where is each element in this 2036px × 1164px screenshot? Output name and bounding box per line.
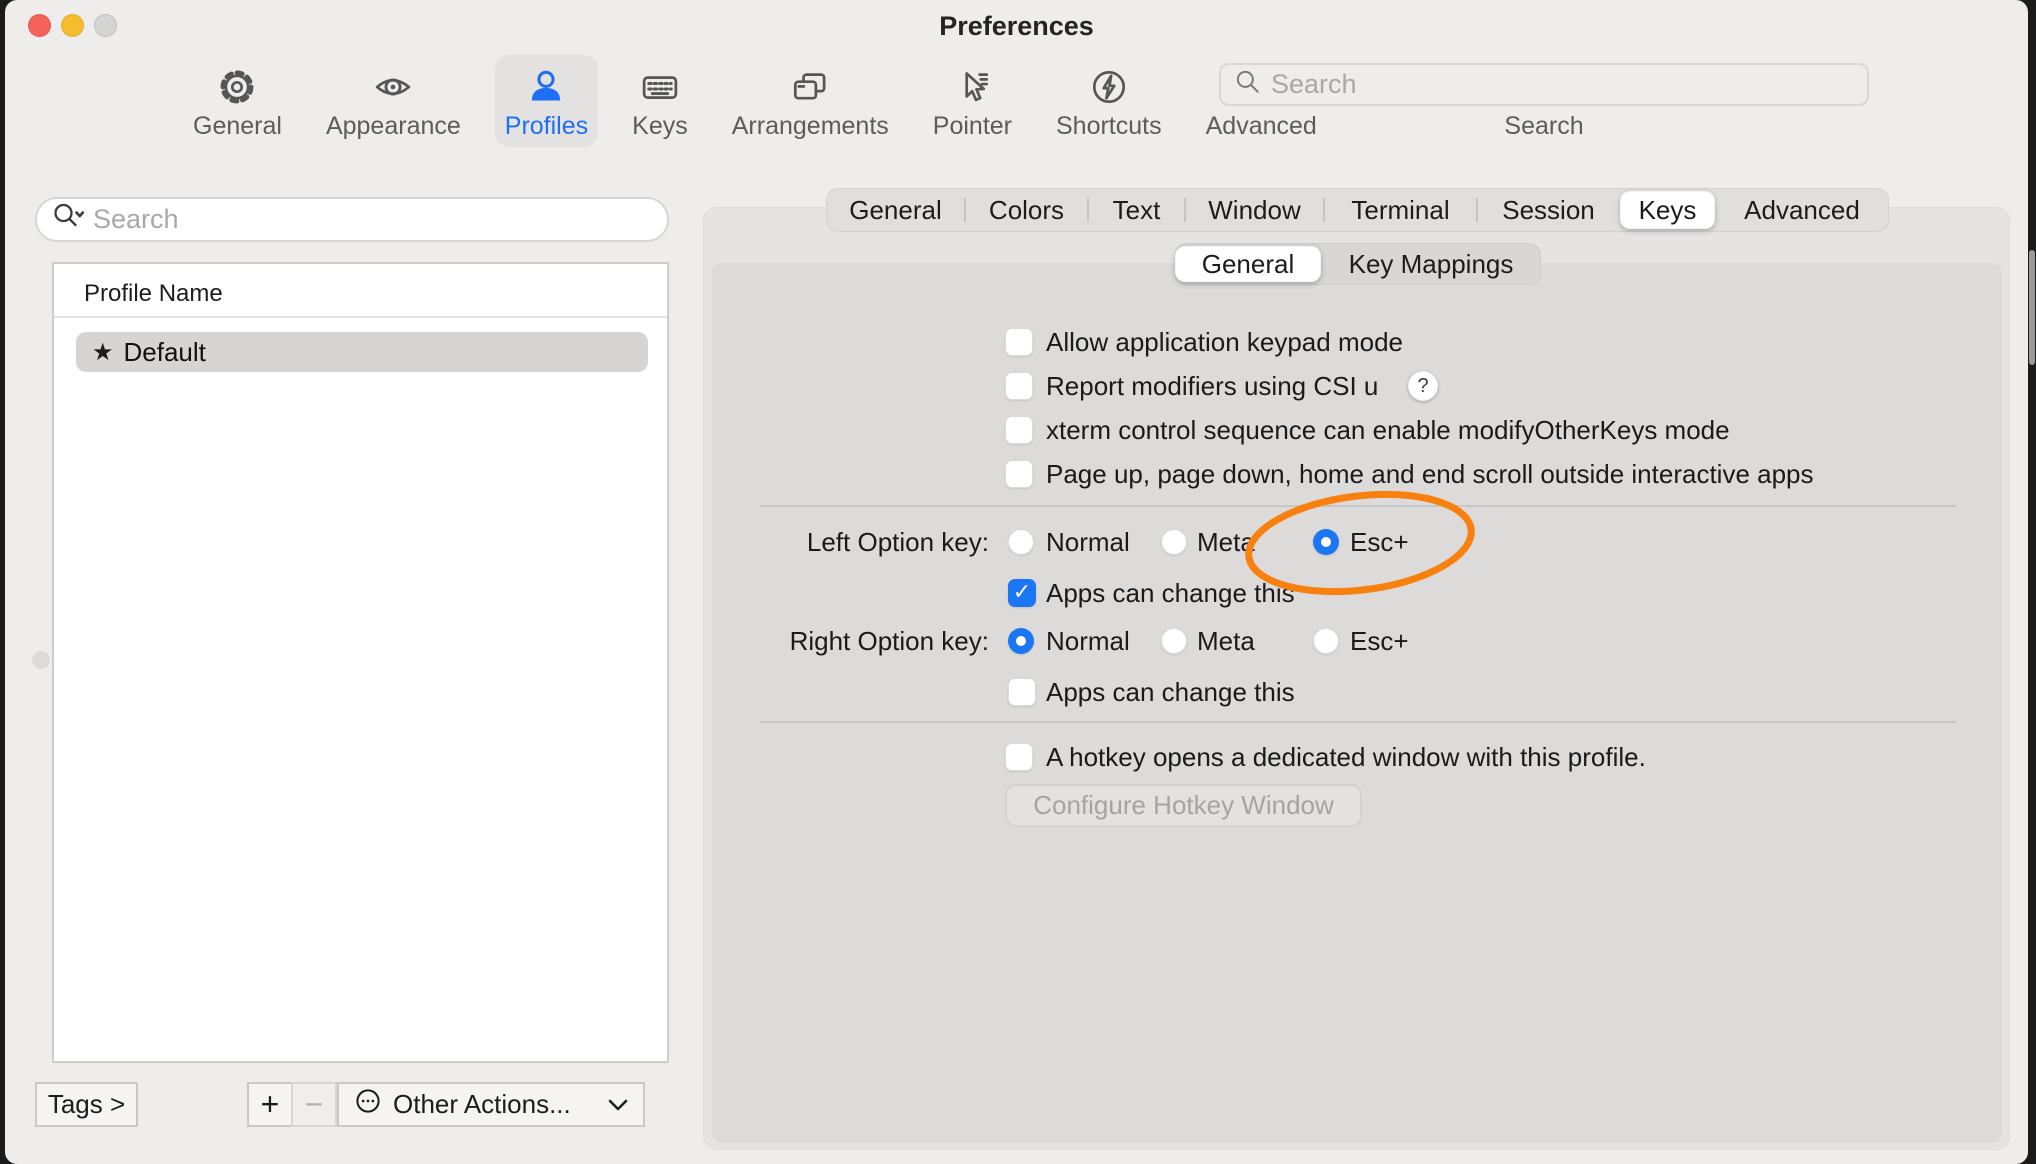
radio-right-normal[interactable] <box>1008 628 1034 654</box>
background-scrollbar-thumb <box>2029 250 2035 365</box>
checkbox-csi-u[interactable] <box>1005 372 1033 400</box>
plus-icon: + <box>261 1086 280 1123</box>
tab-keys[interactable]: Keys <box>1620 191 1715 229</box>
tags-button-label: Tags > <box>48 1089 125 1120</box>
checkbox-label: xterm control sequence can enable modify… <box>1046 415 1730 445</box>
toolbar-item-appearance[interactable]: Appearance <box>316 55 471 147</box>
divider <box>760 505 1956 507</box>
toolbar-search-caption: Search <box>1219 112 1869 141</box>
keys-subtabs: General Key Mappings <box>1175 243 1541 285</box>
divider <box>54 316 667 318</box>
profile-search-input[interactable] <box>93 204 653 235</box>
tab-colors[interactable]: Colors <box>965 188 1088 232</box>
gear-icon <box>217 63 257 111</box>
toolbar-item-label: Shortcuts <box>1056 111 1162 141</box>
tags-button[interactable]: Tags > <box>35 1082 138 1127</box>
checkbox-label: Allow application keypad mode <box>1046 327 1403 357</box>
radio-left-normal[interactable] <box>1008 529 1034 555</box>
search-icon <box>1233 67 1263 102</box>
checkbox-keypad-mode[interactable] <box>1005 328 1033 356</box>
toolbar-search-input[interactable] <box>1271 69 1855 100</box>
star-icon: ★ <box>92 338 114 366</box>
profile-tabs: General Colors Text Window Terminal Sess… <box>826 188 1889 232</box>
tab-advanced[interactable]: Advanced <box>1715 188 1889 232</box>
radio-right-esc[interactable] <box>1313 628 1339 654</box>
toolbar-item-label: Appearance <box>326 111 461 141</box>
left-option-key-label: Left Option key: <box>705 527 989 557</box>
radio-label: Esc+ <box>1350 626 1409 656</box>
radio-label: Esc+ <box>1350 527 1409 557</box>
windows-icon <box>790 63 830 111</box>
profile-list-header: Profile Name <box>84 280 223 308</box>
toolbar-item-label: Profiles <box>505 111 588 141</box>
minus-icon: − <box>305 1086 324 1123</box>
lightning-icon <box>1089 63 1129 111</box>
profile-row-default[interactable]: ★ Default <box>76 332 648 372</box>
tab-terminal[interactable]: Terminal <box>1324 188 1477 232</box>
toolbar-item-label: Arrangements <box>732 111 889 141</box>
add-profile-button[interactable]: + <box>247 1082 293 1127</box>
toolbar-item-profiles[interactable]: Profiles <box>495 55 598 147</box>
preferences-window: Preferences General Appea <box>5 0 2028 1164</box>
tab-session[interactable]: Session <box>1477 188 1620 232</box>
toolbar-item-pointer[interactable]: Pointer <box>923 55 1022 147</box>
radio-label: Meta <box>1197 527 1255 557</box>
checkbox-hotkey-window[interactable] <box>1005 743 1033 771</box>
checkbox-label: Apps can change this <box>1046 677 1295 707</box>
toolbar-search-field[interactable] <box>1219 63 1869 106</box>
radio-label: Meta <box>1197 626 1255 656</box>
chevron-down-icon <box>607 1089 629 1120</box>
toolbar-item-label: Keys <box>632 111 688 141</box>
checkbox-label: Page up, page down, home and end scroll … <box>1046 459 1814 489</box>
profile-list: Profile Name ★ Default <box>52 262 669 1063</box>
cursor-icon <box>952 63 992 111</box>
person-icon <box>526 63 566 111</box>
radio-left-meta[interactable] <box>1161 529 1187 555</box>
tab-text[interactable]: Text <box>1088 188 1185 232</box>
tab-general[interactable]: General <box>826 188 965 232</box>
configure-hotkey-window-button[interactable]: Configure Hotkey Window <box>1005 784 1362 827</box>
checkbox-left-apps-change[interactable] <box>1008 579 1036 607</box>
profile-search-field[interactable] <box>35 197 669 242</box>
tab-window[interactable]: Window <box>1185 188 1324 232</box>
checkbox-page-scroll[interactable] <box>1005 460 1033 488</box>
other-actions-label: Other Actions... <box>393 1089 571 1120</box>
right-option-key-label: Right Option key: <box>705 626 989 656</box>
toolbar-item-keys[interactable]: Keys <box>622 55 698 147</box>
eye-icon <box>373 63 413 111</box>
radio-label: Normal <box>1046 626 1130 656</box>
circle-ellipsis-icon <box>353 1086 383 1123</box>
radio-left-esc[interactable] <box>1313 529 1339 555</box>
other-actions-dropdown[interactable]: Other Actions... <box>337 1082 645 1127</box>
help-button[interactable]: ? <box>1408 371 1438 401</box>
toolbar-item-shortcuts[interactable]: Shortcuts <box>1046 55 1172 147</box>
radio-label: Normal <box>1046 527 1130 557</box>
checkbox-modify-other-keys[interactable] <box>1005 416 1033 444</box>
checkbox-label: A hotkey opens a dedicated window with t… <box>1046 742 1646 772</box>
subtab-key-mappings[interactable]: Key Mappings <box>1321 243 1541 285</box>
keyboard-icon <box>640 63 680 111</box>
configure-hotkey-window-label: Configure Hotkey Window <box>1033 790 1334 821</box>
toolbar-item-label: General <box>193 111 282 141</box>
divider <box>760 721 1956 723</box>
splitter-handle-dot[interactable] <box>32 651 50 669</box>
checkbox-label: Report modifiers using CSI u <box>1046 371 1378 401</box>
checkbox-right-apps-change[interactable] <box>1008 678 1036 706</box>
profile-name: Default <box>124 337 206 368</box>
window-title: Preferences <box>5 11 2028 42</box>
toolbar-item-arrangements[interactable]: Arrangements <box>722 55 899 147</box>
toolbar-item-general[interactable]: General <box>183 55 292 147</box>
toolbar-item-label: Pointer <box>933 111 1012 141</box>
preferences-toolbar: General Appearance Profiles <box>183 55 1327 147</box>
radio-right-meta[interactable] <box>1161 628 1187 654</box>
checkbox-label: Apps can change this <box>1046 578 1295 608</box>
screen: Preferences General Appea <box>0 0 2036 1164</box>
remove-profile-button[interactable]: − <box>291 1082 337 1127</box>
subtab-general[interactable]: General <box>1175 246 1321 282</box>
search-menu-icon <box>51 200 85 239</box>
